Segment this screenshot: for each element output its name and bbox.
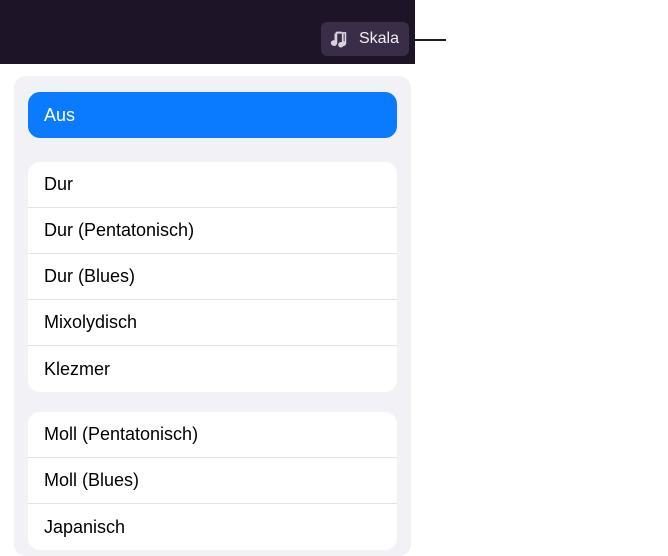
app-header: Skala <box>0 0 415 64</box>
scale-option-label: Aus <box>44 105 75 126</box>
scale-option-label: Japanisch <box>44 517 125 538</box>
scale-option-label: Moll (Blues) <box>44 470 139 491</box>
scale-option-off[interactable]: Aus <box>28 92 397 138</box>
scale-option[interactable]: Dur <box>28 162 397 208</box>
callout-line <box>412 39 446 41</box>
scale-selected-group: Aus <box>28 92 397 138</box>
scale-button[interactable]: Skala <box>321 22 409 56</box>
scale-option[interactable]: Moll (Pentatonisch) <box>28 412 397 458</box>
scale-option-label: Dur (Pentatonisch) <box>44 220 194 241</box>
scale-picker-panel: Aus Dur Dur (Pentatonisch) Dur (Blues) M… <box>14 76 411 556</box>
scale-option[interactable]: Moll (Blues) <box>28 458 397 504</box>
scale-option-label: Dur <box>44 174 73 195</box>
scale-option[interactable]: Dur (Pentatonisch) <box>28 208 397 254</box>
music-note-icon <box>329 28 351 50</box>
scale-option[interactable]: Mixolydisch <box>28 300 397 346</box>
scale-minor-group: Moll (Pentatonisch) Moll (Blues) Japanis… <box>28 412 397 550</box>
scale-option[interactable]: Klezmer <box>28 346 397 392</box>
scale-option-label: Dur (Blues) <box>44 266 135 287</box>
scale-major-group: Dur Dur (Pentatonisch) Dur (Blues) Mixol… <box>28 162 397 392</box>
scale-option[interactable]: Dur (Blues) <box>28 254 397 300</box>
scale-button-label: Skala <box>359 30 399 48</box>
scale-option-label: Moll (Pentatonisch) <box>44 424 198 445</box>
scale-option-label: Mixolydisch <box>44 312 137 333</box>
scale-option-label: Klezmer <box>44 359 110 380</box>
scale-option[interactable]: Japanisch <box>28 504 397 550</box>
